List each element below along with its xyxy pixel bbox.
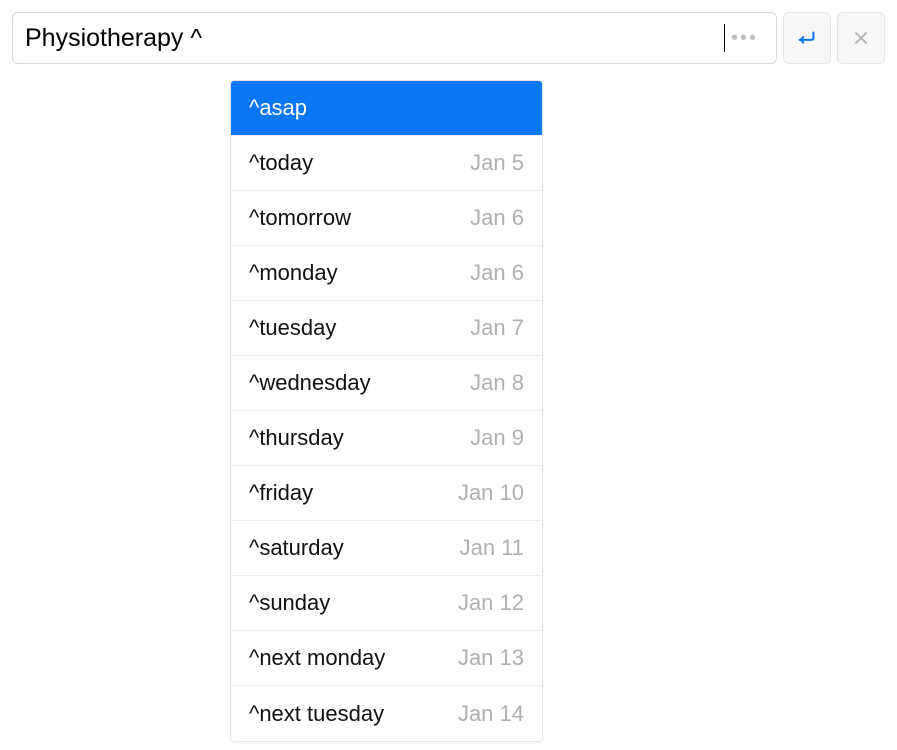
suggestion-label: ^asap xyxy=(249,95,307,121)
suggestion-label: ^tuesday xyxy=(249,315,336,341)
suggestion-date: Jan 14 xyxy=(458,701,524,727)
suggestion-label: ^sunday xyxy=(249,590,330,616)
date-suggestion-dropdown: ^asap ^today Jan 5 ^tomorrow Jan 6 ^monday Jan… xyxy=(230,80,543,742)
suggestion-label: ^friday xyxy=(249,480,313,506)
close-button[interactable] xyxy=(837,12,885,64)
suggestion-item[interactable]: ^saturday Jan 11 xyxy=(231,521,542,576)
suggestion-item[interactable]: ^friday Jan 10 xyxy=(231,466,542,521)
more-icon[interactable]: ••• xyxy=(725,27,764,50)
suggestion-item[interactable]: ^sunday Jan 12 xyxy=(231,576,542,631)
task-input-container[interactable]: Physiotherapy ^ ••• xyxy=(12,12,777,64)
suggestion-label: ^today xyxy=(249,150,313,176)
suggestion-item[interactable]: ^next tuesday Jan 14 xyxy=(231,686,542,741)
close-icon xyxy=(851,28,871,48)
suggestion-date: Jan 7 xyxy=(470,315,524,341)
suggestion-date: Jan 11 xyxy=(460,535,524,561)
suggestion-item[interactable]: ^asap xyxy=(231,81,542,136)
suggestion-date: Jan 6 xyxy=(470,205,524,231)
suggestion-date: Jan 13 xyxy=(458,645,524,671)
suggestion-date: Jan 8 xyxy=(470,370,524,396)
suggestion-label: ^next tuesday xyxy=(249,701,384,727)
suggestion-date: Jan 12 xyxy=(458,590,524,616)
suggestion-date: Jan 5 xyxy=(470,150,524,176)
suggestion-date: Jan 10 xyxy=(458,480,524,506)
suggestion-item[interactable]: ^wednesday Jan 8 xyxy=(231,356,542,411)
task-input[interactable]: Physiotherapy ^ xyxy=(25,24,722,53)
suggestion-item[interactable]: ^thursday Jan 9 xyxy=(231,411,542,466)
suggestion-label: ^monday xyxy=(249,260,338,286)
suggestion-date: Jan 6 xyxy=(470,260,524,286)
suggestion-item[interactable]: ^next monday Jan 13 xyxy=(231,631,542,686)
suggestion-label: ^next monday xyxy=(249,645,385,671)
suggestion-item[interactable]: ^today Jan 5 xyxy=(231,136,542,191)
suggestion-label: ^thursday xyxy=(249,425,344,451)
suggestion-item[interactable]: ^monday Jan 6 xyxy=(231,246,542,301)
submit-button[interactable] xyxy=(783,12,831,64)
suggestion-label: ^tomorrow xyxy=(249,205,351,231)
suggestion-label: ^saturday xyxy=(249,535,344,561)
suggestion-item[interactable]: ^tomorrow Jan 6 xyxy=(231,191,542,246)
task-input-row: Physiotherapy ^ ••• xyxy=(12,12,885,64)
suggestion-date: Jan 9 xyxy=(470,425,524,451)
suggestion-label: ^wednesday xyxy=(249,370,371,396)
suggestion-item[interactable]: ^tuesday Jan 7 xyxy=(231,301,542,356)
enter-icon xyxy=(796,27,818,49)
